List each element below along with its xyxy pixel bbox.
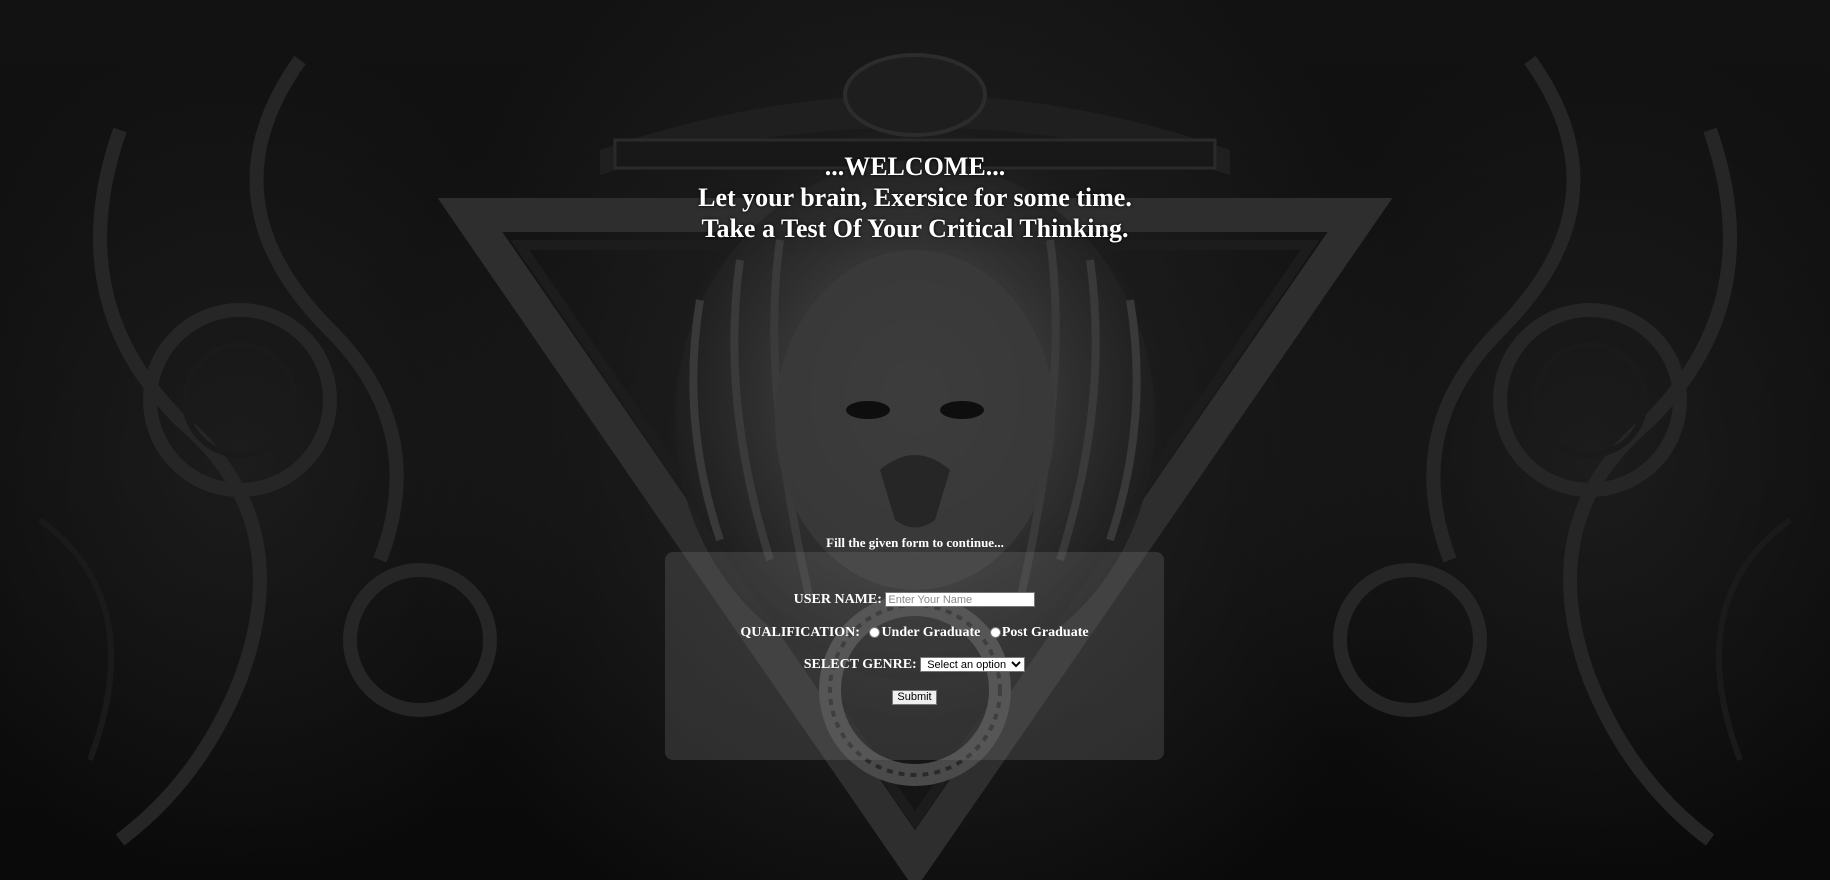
radio-label-under-graduate: Under Graduate (881, 625, 981, 640)
registration-form: USER NAME: QUALIFICATION: Under Graduate… (665, 552, 1164, 760)
radio-label-post-graduate: Post Graduate (1001, 625, 1089, 640)
form-hint: Fill the given form to continue... (826, 535, 1004, 550)
welcome-heading: ...WELCOME... Let your brain, Exersice f… (0, 151, 1830, 244)
welcome-tagline: Take a Test Of Your Critical Thinking. (701, 214, 1129, 243)
radio-under-graduate[interactable] (869, 626, 881, 638)
genre-row: SELECT GENRE: Select an option (665, 657, 1164, 673)
submit-row: Submit (665, 689, 1164, 705)
username-label: USER NAME: (793, 592, 882, 607)
welcome-subtitle: Let your brain, Exersice for some time. (698, 183, 1132, 212)
welcome-title: ...WELCOME... (824, 152, 1006, 181)
username-input[interactable] (885, 592, 1036, 608)
genre-label: SELECT GENRE: (803, 657, 917, 672)
qualification-label: QUALIFICATION: (740, 625, 860, 641)
genre-select[interactable]: Select an option (920, 657, 1026, 673)
submit-button[interactable]: Submit (892, 690, 937, 705)
username-row: USER NAME: (665, 592, 1164, 608)
qualification-row: QUALIFICATION: Under Graduate Post Gradu… (665, 625, 1164, 641)
radio-post-graduate[interactable] (989, 626, 1001, 638)
